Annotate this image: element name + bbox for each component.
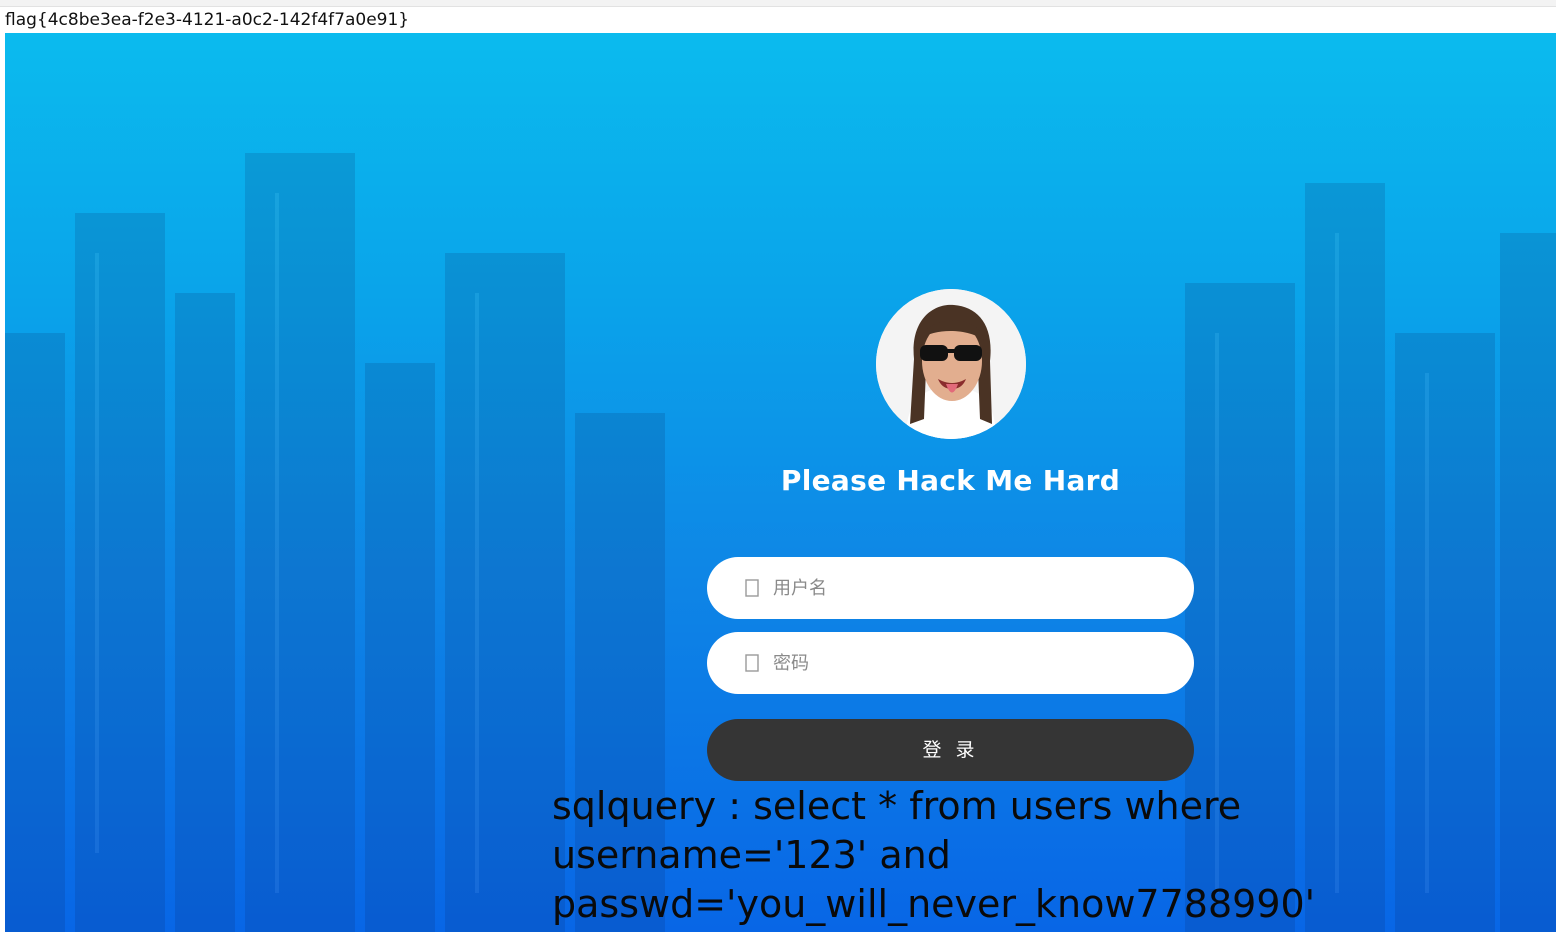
login-button[interactable]: 登 录 [707, 719, 1194, 781]
username-field[interactable] [707, 557, 1194, 619]
lock-icon [745, 654, 759, 672]
sql-query-line-2: username='123' and [552, 833, 951, 877]
avatar [876, 289, 1026, 439]
flag-text: flag{4c8be3ea-f2e3-4121-a0c2-142f4f7a0e9… [5, 10, 410, 30]
sql-query-output: sqlquery : select * from users where use… [552, 782, 1412, 929]
sql-query-line-3: passwd='you_will_never_know7788990' [552, 882, 1316, 926]
sql-query-line-1: sqlquery : select * from users where [552, 784, 1242, 828]
password-field[interactable] [707, 632, 1194, 694]
username-input[interactable] [773, 557, 1163, 619]
avatar-image [876, 289, 1026, 439]
browser-top-strip [0, 0, 1556, 7]
user-icon [745, 579, 759, 597]
page-title: Please Hack Me Hard [780, 464, 1121, 497]
password-input[interactable] [773, 632, 1163, 694]
